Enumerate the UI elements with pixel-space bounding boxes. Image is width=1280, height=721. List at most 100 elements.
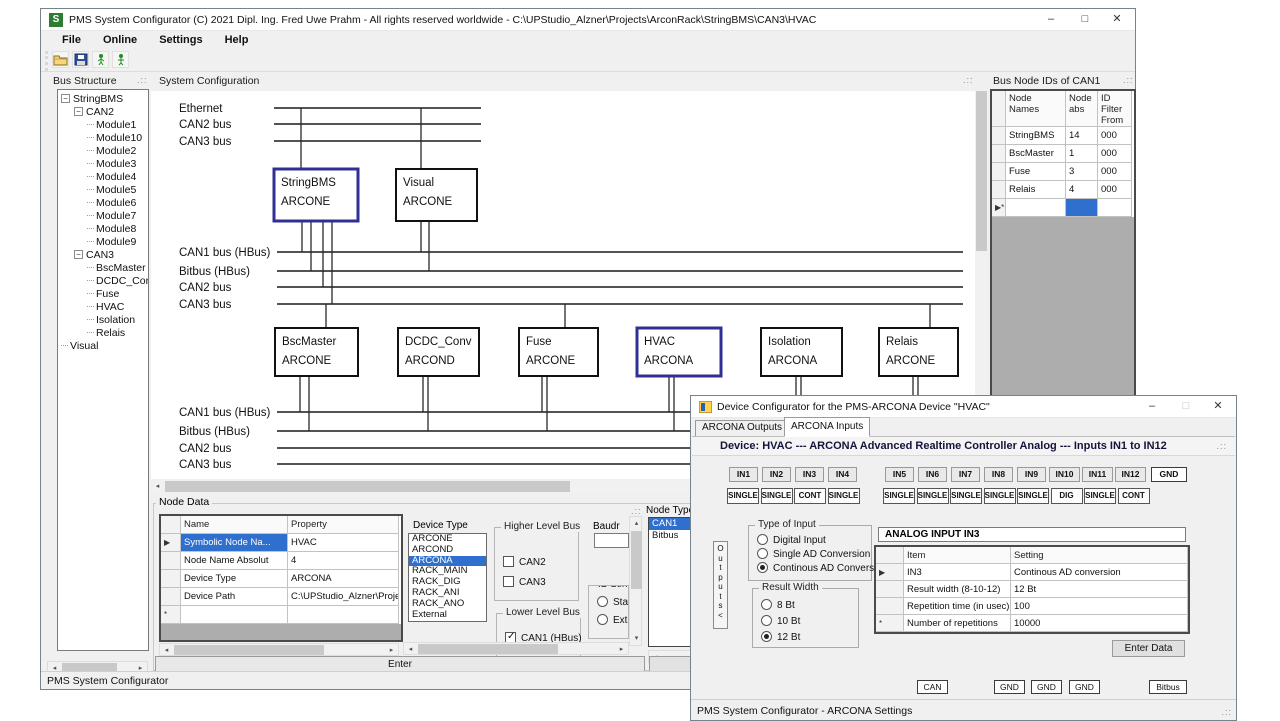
cell[interactable]: StringBMS — [1006, 127, 1066, 145]
node-options-hscrollbar[interactable]: ◂ ▸ — [403, 642, 629, 655]
open-folder-icon[interactable] — [52, 51, 69, 68]
cell[interactable]: ▶ — [161, 534, 181, 552]
dialog-close-button[interactable]: ✕ — [1202, 396, 1234, 417]
table-row[interactable]: Relais4000 — [992, 181, 1134, 199]
scroll-up-arrow-icon[interactable]: ▴ — [630, 517, 643, 530]
input-button-in9[interactable]: IN9 — [1017, 467, 1046, 482]
cell[interactable]: 3 — [1066, 163, 1098, 181]
cell[interactable] — [992, 181, 1006, 199]
checkbox-icon[interactable] — [503, 576, 514, 587]
cell[interactable] — [161, 552, 181, 570]
table-row[interactable]: ▶IN3Continous AD conversion — [876, 564, 1188, 581]
dialog-resize-grip[interactable]: .:: — [1221, 707, 1232, 717]
node-data-hscrollbar[interactable]: ◂ ▸ — [159, 643, 399, 656]
header-cell[interactable]: ID Filter From — [1098, 91, 1132, 127]
radio-icon[interactable] — [757, 562, 768, 573]
tree-item-module5[interactable]: Module5 — [58, 184, 148, 197]
cell[interactable]: Device Type — [181, 570, 288, 588]
system-configuration-grip[interactable]: .:: — [963, 75, 974, 85]
table-row[interactable]: Result width (8-10-12)12 Bt — [876, 581, 1188, 598]
radio-icon[interactable] — [761, 631, 772, 642]
table-row[interactable]: StringBMS14000 — [992, 127, 1134, 145]
input-button-in4[interactable]: IN4 — [828, 467, 857, 482]
cell[interactable]: Result width (8-10-12) — [904, 581, 1011, 598]
cell[interactable]: 4 — [288, 552, 399, 570]
mode-button-1[interactable]: SINGLE — [761, 488, 793, 504]
scroll-thumb[interactable] — [174, 645, 324, 655]
cell[interactable]: Repetition time (in usec) — [904, 598, 1011, 615]
new-row[interactable]: ▶* — [992, 199, 1134, 217]
menu-file[interactable]: File — [53, 33, 90, 49]
scroll-down-arrow-icon[interactable]: ▾ — [630, 632, 643, 645]
tree-item-dcdc_conv[interactable]: DCDC_Conv — [58, 275, 148, 288]
tree-item-module7[interactable]: Module7 — [58, 210, 148, 223]
tree-item-isolation[interactable]: Isolation — [58, 314, 148, 327]
cell[interactable]: 000 — [1098, 145, 1132, 163]
cell[interactable] — [161, 516, 181, 534]
radio-icon[interactable] — [597, 596, 608, 607]
cell[interactable]: 100 — [1011, 598, 1188, 615]
tree-item-module3[interactable]: Module3 — [58, 158, 148, 171]
bottom-button-gnd-3[interactable]: GND — [1069, 680, 1100, 694]
cell[interactable] — [181, 606, 288, 624]
cell[interactable]: Symbolic Node Na... — [181, 534, 288, 552]
table-row[interactable]: Node Name Absolut4 — [161, 552, 401, 570]
node-data-vscrollbar[interactable]: ▴ ▾ — [629, 516, 642, 646]
new-row[interactable]: * — [161, 606, 401, 624]
cell[interactable]: C:\UPStudio_Alzner\Projects\A — [288, 588, 399, 606]
list-item-bitbus[interactable]: Bitbus — [649, 530, 691, 542]
cell[interactable]: Device Path — [181, 588, 288, 606]
cell[interactable]: Fuse — [1006, 163, 1066, 181]
radio-stan[interactable]: Stan — [597, 596, 629, 608]
tree-item-module9[interactable]: Module9 — [58, 236, 148, 249]
scroll-thumb[interactable] — [418, 644, 558, 654]
bottom-button-bitbus-4[interactable]: Bitbus — [1149, 680, 1187, 694]
input-button-in12[interactable]: IN12 — [1115, 467, 1146, 482]
mode-button-4[interactable]: SINGLE — [883, 488, 915, 504]
tree-item-stringbms[interactable]: −StringBMS — [58, 93, 148, 106]
mode-button-8[interactable]: SINGLE — [1017, 488, 1049, 504]
bottom-button-gnd-1[interactable]: GND — [994, 680, 1025, 694]
header-cell[interactable]: Setting — [1011, 547, 1188, 564]
cell[interactable] — [1006, 199, 1066, 217]
cell[interactable] — [992, 145, 1006, 163]
bottom-button-can-0[interactable]: CAN — [917, 680, 948, 694]
table-row[interactable]: *Number of repetitions10000 — [876, 615, 1188, 632]
radio-single-ad-conversion[interactable]: Single AD Conversion — [757, 548, 870, 560]
cell[interactable] — [288, 606, 399, 624]
header-cell[interactable]: Name — [181, 516, 288, 534]
mode-button-10[interactable]: SINGLE — [1084, 488, 1116, 504]
tree-item-module4[interactable]: Module4 — [58, 171, 148, 184]
cell[interactable]: Relais — [1006, 181, 1066, 199]
cell[interactable]: 10000 — [1011, 615, 1188, 632]
table-row[interactable]: ▶Symbolic Node Na...HVAC — [161, 534, 401, 552]
radio-12-bt[interactable]: 12 Bt — [761, 631, 800, 643]
radio-exte[interactable]: Exte — [597, 614, 629, 626]
input-button-in10[interactable]: IN10 — [1049, 467, 1080, 482]
header-cell[interactable]: Node Names — [1006, 91, 1066, 127]
input-button-in6[interactable]: IN6 — [918, 467, 947, 482]
tree-expander-icon[interactable]: − — [74, 250, 83, 259]
tab-arcona-outputs[interactable]: ARCONA Outputs — [695, 420, 789, 437]
cell[interactable]: ARCONA — [288, 570, 399, 588]
input-button-in7[interactable]: IN7 — [951, 467, 980, 482]
cell[interactable]: 4 — [1066, 181, 1098, 199]
cell[interactable]: 000 — [1098, 127, 1132, 145]
input-button-in11[interactable]: IN11 — [1082, 467, 1113, 482]
tab-arcona-inputs[interactable]: ARCONA Inputs — [784, 417, 870, 437]
checkbox-can3[interactable]: CAN3 — [503, 576, 546, 588]
tree-expander-icon[interactable]: − — [74, 107, 83, 116]
tree-item-module1[interactable]: Module1 — [58, 119, 148, 132]
tree-item-module6[interactable]: Module6 — [58, 197, 148, 210]
cell[interactable]: HVAC — [288, 534, 399, 552]
tree-item-module8[interactable]: Module8 — [58, 223, 148, 236]
cell[interactable]: 000 — [1098, 181, 1132, 199]
table-row[interactable]: Device TypeARCONA — [161, 570, 401, 588]
cell[interactable] — [1098, 199, 1132, 217]
cell[interactable] — [161, 588, 181, 606]
bus-node-ids-grip[interactable]: .:: — [1123, 75, 1134, 85]
gnd-corner-button[interactable]: GND — [1151, 467, 1187, 482]
device-status-icon[interactable] — [112, 51, 129, 68]
list-item-external[interactable]: External — [409, 610, 486, 621]
cell[interactable] — [876, 581, 904, 598]
